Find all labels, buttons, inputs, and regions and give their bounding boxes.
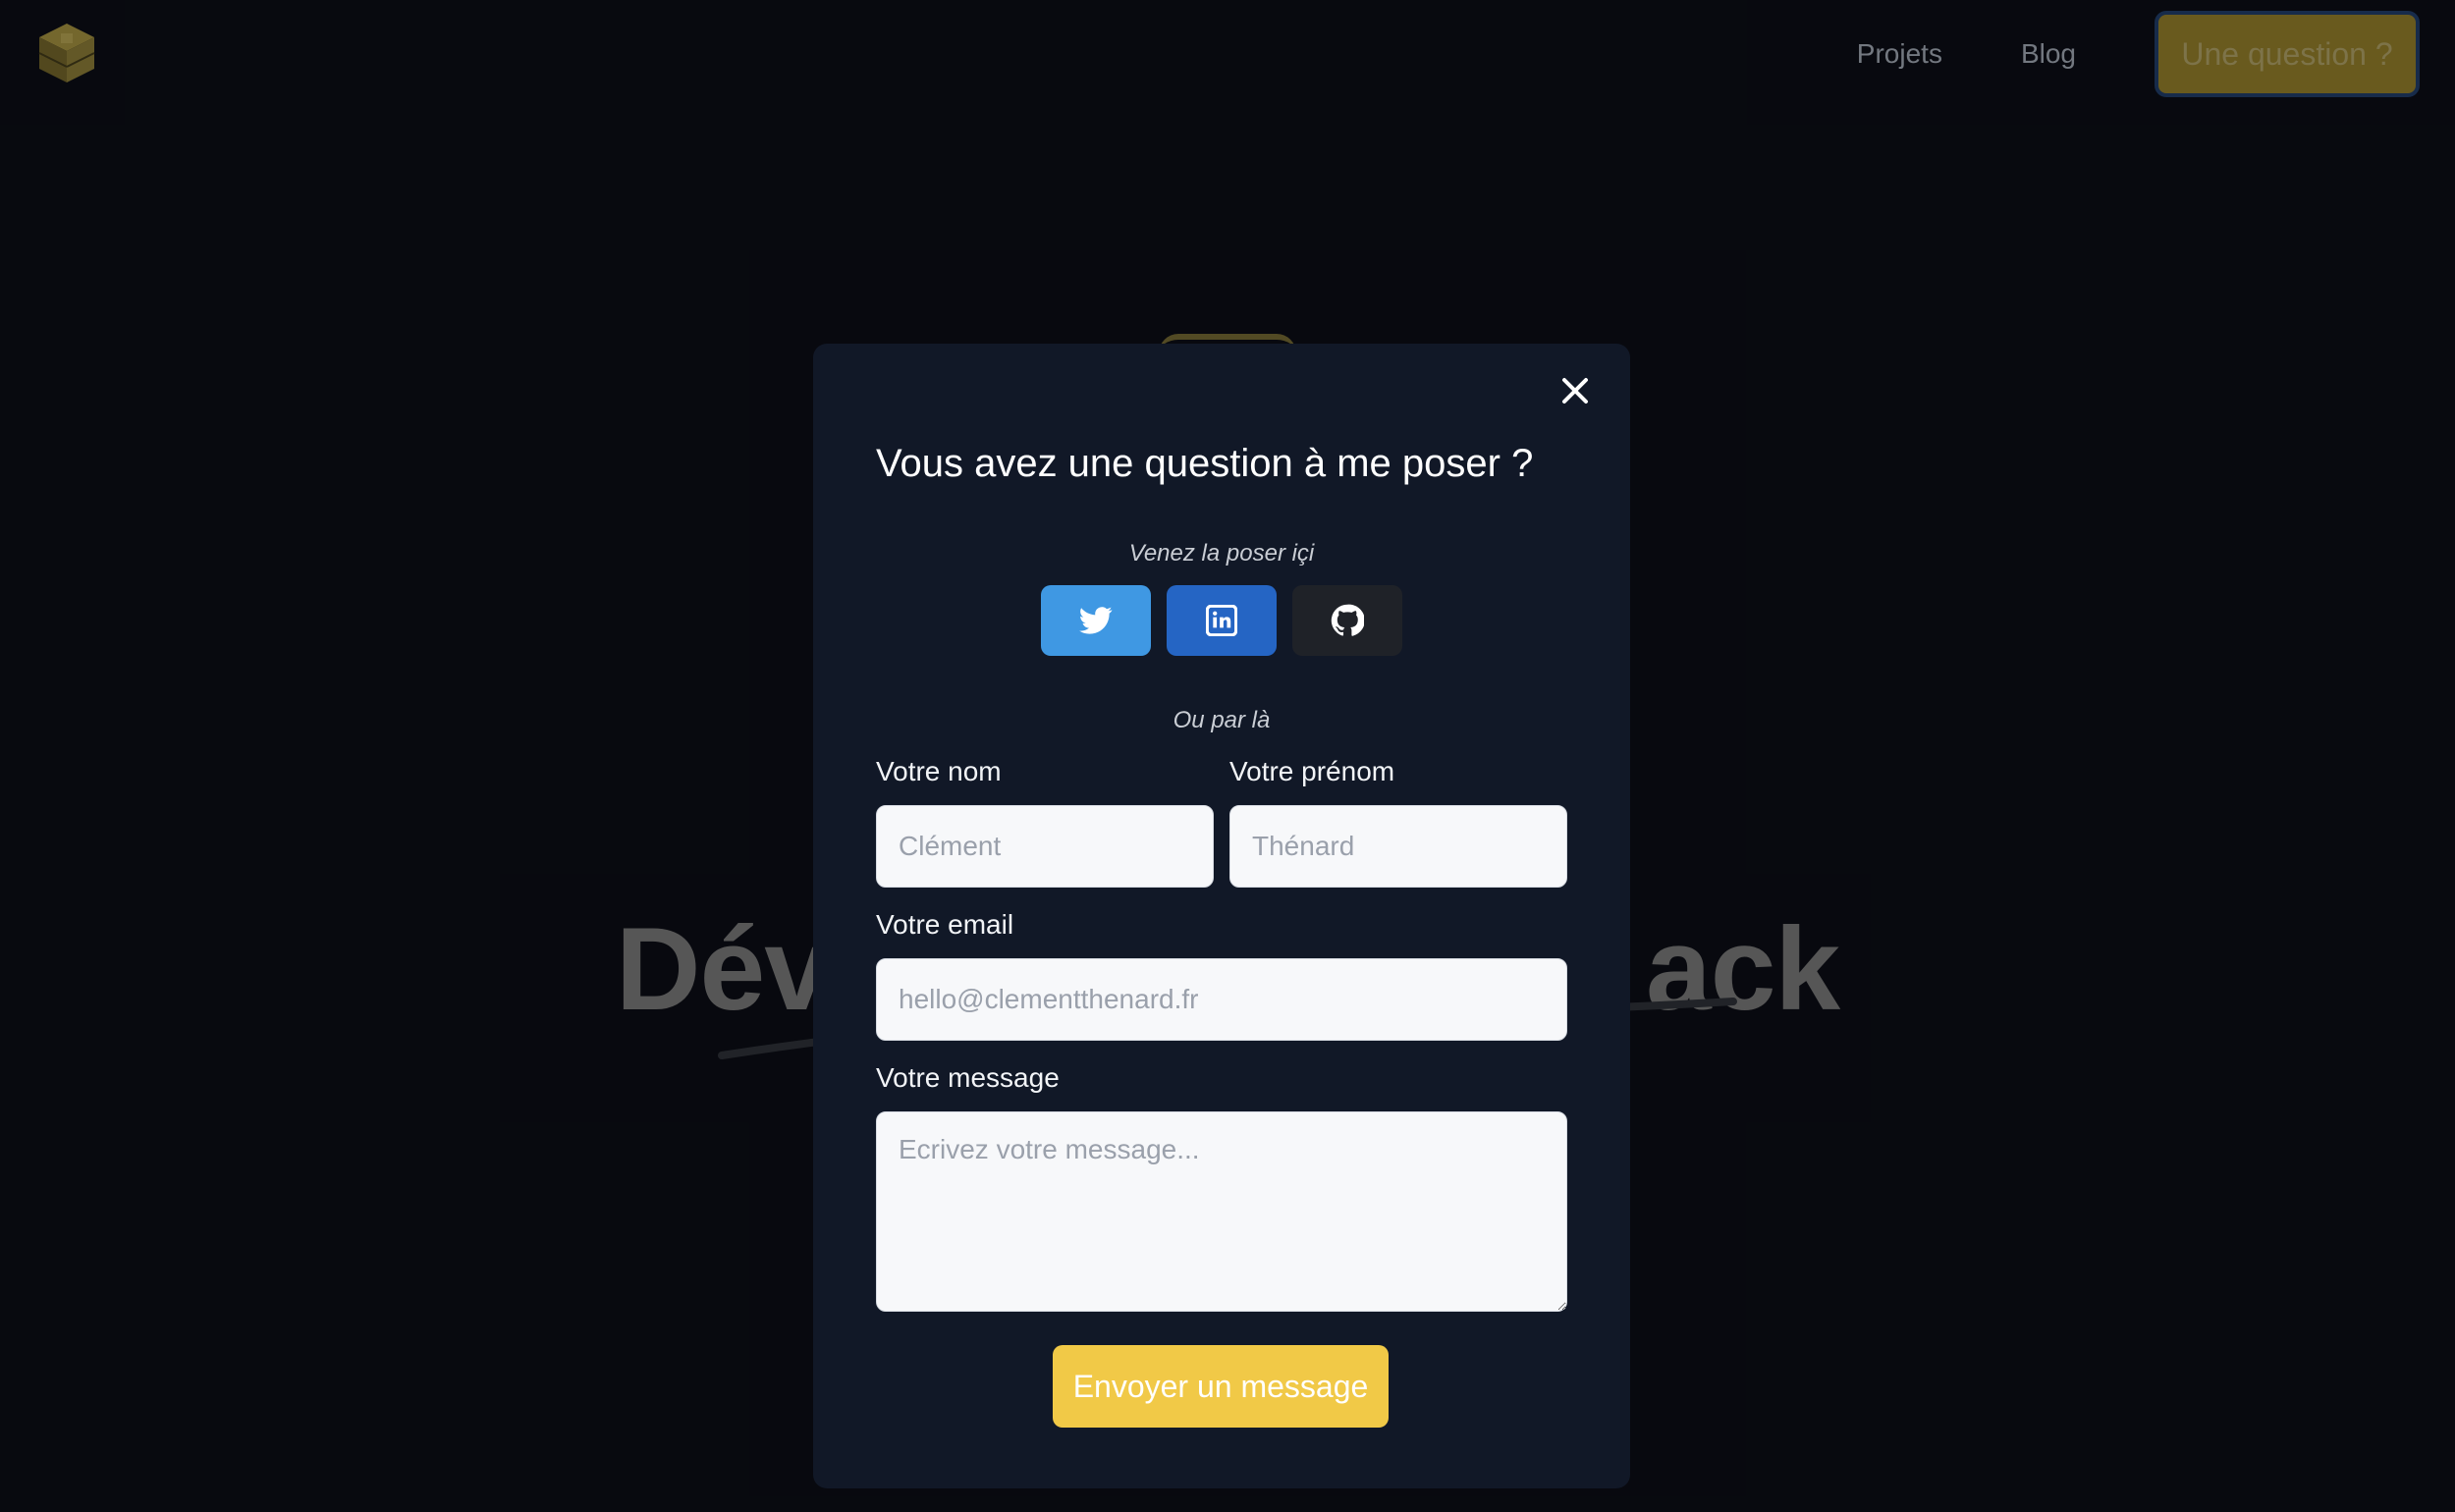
email-label: Votre email xyxy=(876,909,1014,940)
message-textarea[interactable] xyxy=(876,1111,1567,1312)
send-message-button[interactable]: Envoyer un message xyxy=(1053,1345,1389,1428)
firstname-input[interactable] xyxy=(1229,805,1567,888)
twitter-button[interactable] xyxy=(1041,585,1151,656)
email-input[interactable] xyxy=(876,958,1567,1041)
firstname-label: Votre prénom xyxy=(1229,756,1395,786)
message-label: Votre message xyxy=(876,1062,1060,1093)
lastname-input[interactable] xyxy=(876,805,1214,888)
social-buttons xyxy=(813,585,1630,656)
github-icon xyxy=(1331,604,1364,636)
socials-caption: Venez la poser içi xyxy=(1128,540,1315,567)
lastname-label: Votre nom xyxy=(876,756,1002,786)
twitter-icon xyxy=(1079,607,1113,634)
linkedin-icon xyxy=(1206,605,1237,636)
form-caption: Ou par là xyxy=(1173,707,1271,733)
linkedin-button[interactable] xyxy=(1167,585,1277,656)
close-icon xyxy=(1562,378,1588,404)
contact-modal: Vous avez une question à me poser ? Vene… xyxy=(813,344,1630,1488)
github-button[interactable] xyxy=(1292,585,1402,656)
modal-title: Vous avez une question à me poser ? xyxy=(876,442,1534,485)
close-button[interactable] xyxy=(1550,365,1601,416)
